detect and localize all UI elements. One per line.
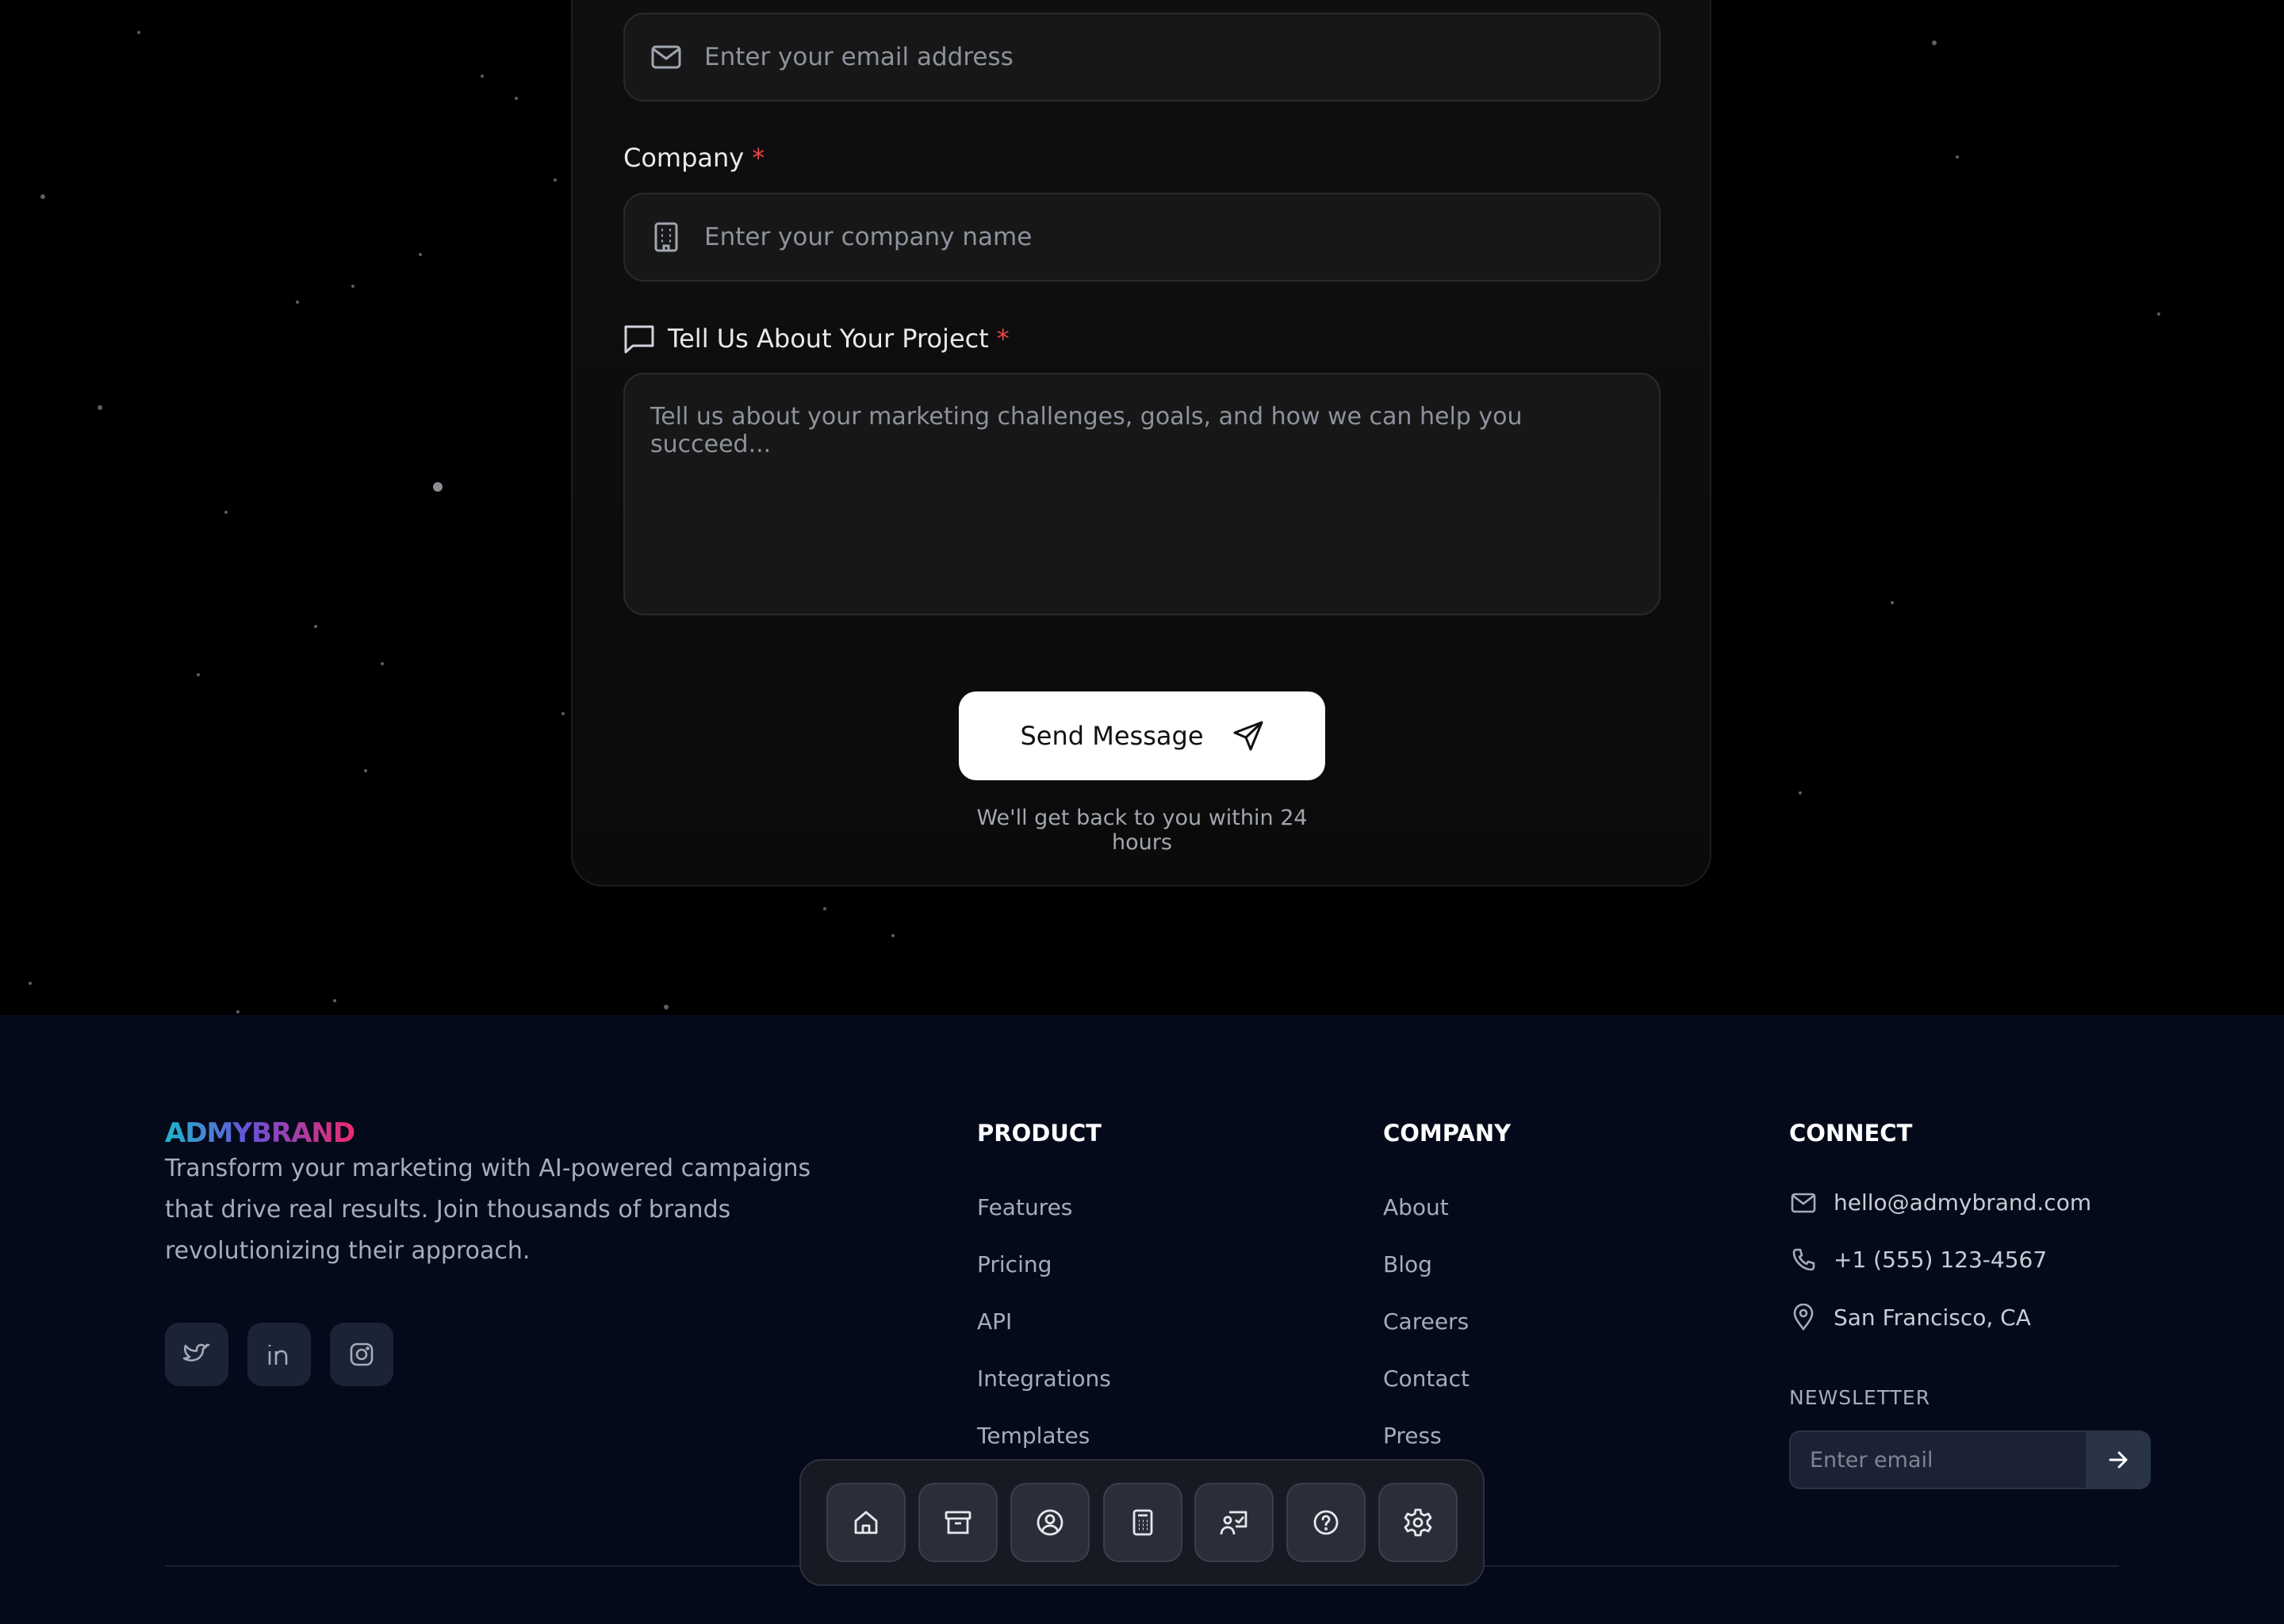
map-pin-icon [1789,1304,1818,1331]
twitter-button[interactable] [165,1323,228,1386]
footer-link-templates[interactable]: Templates [977,1423,1090,1449]
svg-text:ADMYBRAND: ADMYBRAND [165,1117,354,1149]
newsletter-heading: NEWSLETTER [1789,1386,1931,1409]
email-field[interactable]: Enter your email address [623,13,1661,102]
newsletter-email-input[interactable]: Enter email [1789,1431,2086,1489]
company-label: Company * [623,143,765,173]
dock-presentation-button[interactable] [1194,1483,1274,1562]
required-marker: * [996,324,1010,354]
project-label: Tell Us About Your Project * [623,324,1010,354]
send-icon [1218,720,1264,752]
send-message-button[interactable]: Send Message [959,691,1325,780]
phone-icon [1789,1247,1818,1273]
brand-logo[interactable]: ADMYBRAND [165,1115,355,1150]
dock-archive-button[interactable] [918,1483,998,1562]
user-circle-icon [1036,1508,1064,1537]
contact-phone[interactable]: +1 (555) 123-4567 [1789,1247,2047,1273]
linkedin-icon [266,1342,292,1366]
footer-link-blog[interactable]: Blog [1383,1251,1432,1277]
mail-icon [1789,1193,1818,1213]
instagram-button[interactable] [330,1323,393,1386]
building-icon [650,221,682,253]
product-heading: PRODUCT [977,1120,1102,1147]
send-message-label: Send Message [1020,721,1204,751]
company-placeholder: Enter your company name [704,223,1033,251]
footer-link-integrations[interactable]: Integrations [977,1365,1111,1392]
company-field[interactable]: Enter your company name [623,193,1661,282]
company-heading: COMPANY [1383,1120,1512,1147]
archive-icon [945,1510,971,1535]
email-placeholder: Enter your email address [704,43,1014,71]
footer-link-careers[interactable]: Careers [1383,1308,1469,1335]
calculator-icon [1132,1509,1154,1536]
newsletter-submit-button[interactable] [2086,1431,2151,1489]
footer-link-features[interactable]: Features [977,1194,1072,1220]
dock-profile-button[interactable] [1010,1483,1090,1562]
required-marker: * [752,143,765,173]
footer-link-contact[interactable]: Contact [1383,1365,1470,1392]
response-note: We'll get back to you within 24 hours [976,806,1308,855]
dock-settings-button[interactable] [1378,1483,1458,1562]
mail-icon [650,41,682,73]
presentation-icon [1220,1509,1248,1536]
contact-email[interactable]: hello@admybrand.com [1789,1189,2091,1216]
instagram-icon [349,1342,374,1367]
project-textarea[interactable]: Tell us about your marketing challenges,… [623,373,1661,615]
help-icon [1313,1509,1339,1536]
twitter-icon [183,1342,210,1366]
footer-link-press[interactable]: Press [1383,1423,1442,1449]
footer-link-pricing[interactable]: Pricing [977,1251,1052,1277]
arrow-right-icon [2108,1450,2129,1469]
project-placeholder: Tell us about your marketing challenges,… [650,403,1523,458]
linkedin-button[interactable] [247,1323,311,1386]
footer-link-api[interactable]: API [977,1308,1012,1335]
dock-calculator-button[interactable] [1103,1483,1182,1562]
message-square-icon [623,324,655,354]
settings-icon [1403,1507,1433,1538]
home-icon [853,1509,879,1536]
footer-description: Transform your marketing with AI-powered… [165,1155,811,1265]
newsletter-placeholder: Enter email [1810,1447,1933,1473]
contact-location: San Francisco, CA [1789,1304,2031,1331]
connect-heading: CONNECT [1789,1120,1913,1147]
dock-help-button[interactable] [1286,1483,1366,1562]
footer-link-about[interactable]: About [1383,1194,1449,1220]
dock-home-button[interactable] [826,1483,906,1562]
